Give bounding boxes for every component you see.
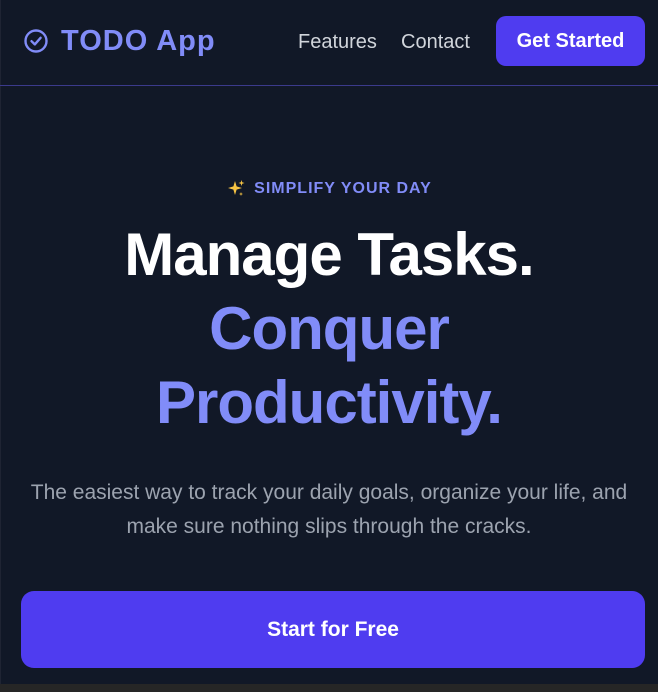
bottom-strip bbox=[0, 684, 658, 692]
check-circle-icon bbox=[24, 29, 48, 53]
nav-link-contact[interactable]: Contact bbox=[401, 30, 470, 54]
headline-line-1: Manage Tasks. bbox=[124, 221, 534, 288]
hero-eyebrow: SIMPLIFY YOUR DAY bbox=[0, 178, 658, 200]
sparkles-icon bbox=[228, 180, 245, 196]
hero-headline: Manage Tasks. Conquer Productivity. bbox=[0, 218, 658, 440]
start-for-free-button[interactable]: Start for Free bbox=[21, 591, 645, 668]
hero-subtext: The easiest way to track your daily goal… bbox=[30, 481, 628, 538]
headline-line-3: Productivity. bbox=[156, 369, 503, 436]
headline-line-2: Conquer bbox=[209, 295, 450, 362]
nav-link-features[interactable]: Features bbox=[298, 30, 377, 54]
get-started-button[interactable]: Get Started bbox=[496, 16, 645, 66]
navbar: TODO App Features Contact Get Started bbox=[0, 0, 658, 86]
hero-eyebrow-text: SIMPLIFY YOUR DAY bbox=[254, 180, 432, 197]
brand-logo[interactable]: TODO App bbox=[23, 22, 216, 60]
brand-name: TODO App bbox=[61, 24, 216, 57]
